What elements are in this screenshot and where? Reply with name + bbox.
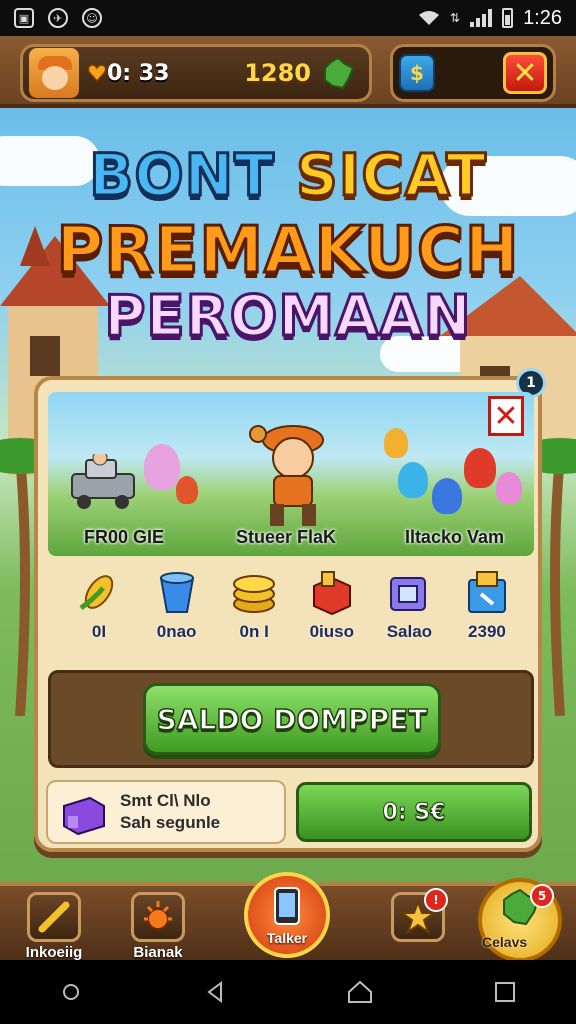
item-label: 0iuso (309, 622, 354, 641)
item-label: Salao (386, 622, 433, 641)
reward-item[interactable]: Salao (378, 568, 440, 648)
lives-counter: 0: 33 (107, 60, 170, 86)
title-word-2: SICAT (294, 140, 487, 211)
player-avatar[interactable] (29, 48, 79, 98)
reward-panel: 1 ✕ FR00 GIE Stueer FlaK Iltacko Vam 0I … (34, 368, 546, 852)
title-word-1: BONT (88, 140, 276, 211)
hero-character (249, 425, 324, 526)
banner-label: Iltacko Vam (404, 527, 504, 547)
notification-badge: ! (424, 888, 448, 912)
location-icon: ✈ (48, 8, 68, 28)
game-screen: 0: 33 1280 $ ✕ BONT SICAT PREMAKUCH PERO… (0, 36, 576, 960)
nav-bianak[interactable]: Bianak (118, 892, 198, 960)
info-box: Smt Cl\ Nlo Sah segunle (46, 780, 286, 844)
bucket-icon (159, 572, 194, 613)
reward-items: 0I 0nao 0n I 0iuso Salao 2390 (68, 568, 518, 648)
close-icon: ✕ (512, 55, 538, 91)
title-line-3: PEROMAAN (103, 283, 472, 351)
screenshot-icon: ▣ (14, 8, 34, 28)
home-icon[interactable] (347, 980, 373, 1004)
monster (496, 472, 522, 504)
wallet-button-area: SALDO DOMPPET (48, 670, 534, 768)
wifi-icon (419, 11, 439, 25)
promo-banner[interactable]: ✕ FR00 GIE Stueer FlaK Iltacko Vam (48, 392, 534, 556)
bat-icon (38, 901, 70, 933)
notification-badge: 5 (530, 884, 554, 908)
monster (398, 462, 428, 498)
system-navigation-bar (0, 960, 576, 1024)
shop-panel: $ ✕ (390, 44, 556, 102)
info-line-1: Smt Cl\ Nlo (120, 791, 211, 810)
nav-label: Talker (266, 930, 308, 946)
item-label: 2390 (468, 622, 506, 641)
banner-label: FR00 GIE (84, 527, 165, 547)
sun-icon (144, 901, 172, 930)
recent-apps-dot-icon[interactable] (60, 981, 82, 1003)
battery-icon (502, 8, 514, 28)
phone-icon (274, 887, 300, 925)
blue-crate-icon (467, 571, 506, 613)
monster (176, 476, 198, 504)
reward-item[interactable]: 2390 (456, 568, 518, 648)
monster (432, 478, 462, 514)
purple-crate-icon (390, 577, 427, 611)
coin-counter: 1280 (244, 59, 311, 87)
monster (384, 428, 408, 458)
claim-button[interactable]: 0: S€ (296, 782, 532, 842)
currency-button[interactable]: $ (399, 54, 435, 92)
wallet-balance-button[interactable]: SALDO DOMPPET (143, 683, 441, 755)
banner-label: Stueer FlaK (236, 527, 337, 547)
reward-item[interactable]: 0I (68, 568, 130, 648)
coin-icon: $ (410, 61, 424, 85)
close-button[interactable]: ✕ (503, 52, 547, 94)
info-line-2: Sah segunle (120, 813, 221, 832)
clock: 1:26 (523, 6, 562, 29)
item-label: 0nao (156, 622, 197, 641)
reward-item[interactable]: 0nao (146, 568, 208, 648)
monster (144, 444, 180, 490)
item-label: 0I (91, 622, 107, 641)
corn-icon (79, 575, 114, 611)
purple-gift-icon (63, 796, 105, 836)
overview-icon[interactable] (494, 981, 516, 1003)
nav-celavs[interactable]: Celavs 5 (478, 878, 562, 960)
cart-illustration (71, 454, 135, 509)
coin-stack-icon (233, 575, 276, 613)
monster (464, 448, 496, 488)
status-bar: ▣ ✈ ☺ ⇅ 1:26 (0, 0, 576, 36)
back-icon[interactable] (203, 980, 227, 1004)
title-line-2: PREMAKUCH (55, 213, 520, 290)
nav-label: Inkoeiig (25, 944, 83, 960)
item-label: 0n I (239, 622, 269, 641)
red-box-icon (312, 571, 351, 616)
nav-label: Celavs (482, 934, 528, 950)
leaf-gem-icon[interactable] (321, 56, 355, 90)
reward-item[interactable]: 0iuso (301, 568, 363, 648)
reward-item[interactable]: 0n I (223, 568, 285, 648)
nav-inkoeiig[interactable]: Inkoeiig (14, 892, 94, 960)
banner-close-button[interactable]: ✕ (488, 396, 524, 436)
sync-icon: ☺ (82, 8, 102, 28)
nav-talker[interactable]: Talker (244, 872, 330, 958)
close-icon: ✕ (493, 398, 519, 434)
player-status-panel: 0: 33 1280 (20, 44, 372, 102)
nav-achievements[interactable]: ! (378, 888, 458, 942)
nav-label: Bianak (133, 944, 183, 960)
title-line-1: BONT SICAT (0, 140, 576, 211)
top-hud: 0: 33 1280 $ ✕ (0, 36, 576, 108)
data-icon: ⇅ (450, 11, 461, 25)
heart-icon (87, 64, 107, 83)
signal-icon (470, 9, 493, 27)
bottom-navigation: Inkoeiig Bianak Talker ! Celavs 5 (0, 872, 576, 960)
